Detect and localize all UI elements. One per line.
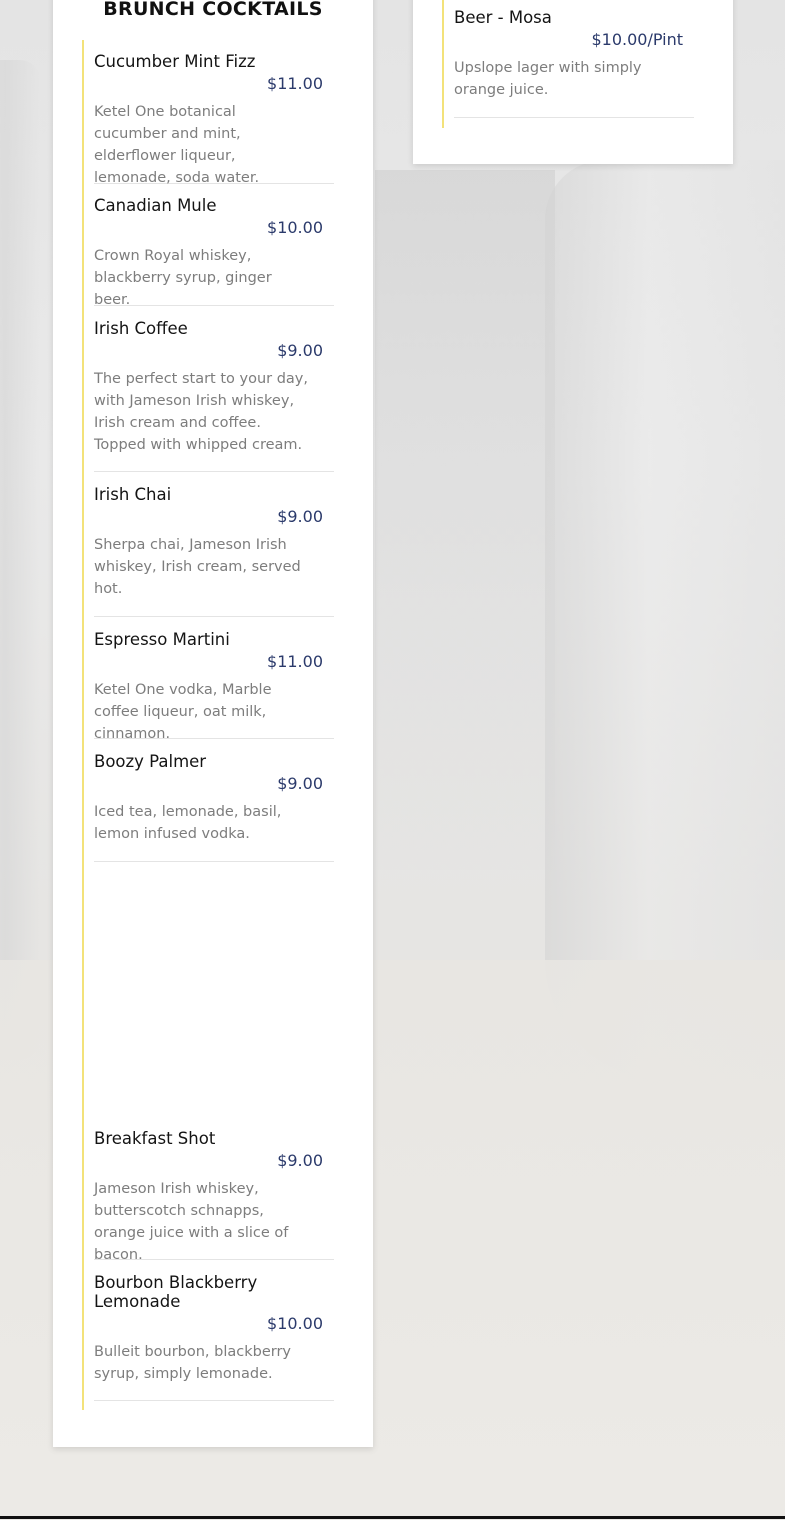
item-description: Jameson Irish whiskey, butterscotch schn… [94,1181,289,1263]
menu-item: Canadian Mule $10.00 Crown Royal whiskey… [94,196,334,308]
item-description: Sherpa chai, Jameson Irish whiskey, Iris… [94,537,301,597]
menu-item: Boozy Palmer $9.00 Iced tea, lemonade, b… [94,752,334,862]
section-title: BRUNCH COCKTAILS [103,0,323,20]
item-description: Iced tea, lemonade, basil, lemon infused… [94,804,282,842]
item-name: Boozy Palmer [94,752,207,771]
item-price: $11.00 [267,74,323,93]
item-description: Crown Royal whiskey, blackberry syrup, g… [94,248,272,308]
background-glass-left [0,60,40,1060]
menu-item: Espresso Martini $11.00 Ketel One vodka,… [94,630,334,742]
item-price: $10.00 [267,1314,323,1333]
item-description: Upslope lager with simply orange juice. [454,60,642,98]
menu-item: Irish Chai $9.00 Sherpa chai, Jameson Ir… [94,485,334,617]
item-price: $10.00/Pint [591,30,683,49]
menu-item: Bourbon Blackberry Lemonade $10.00 Bulle… [94,1273,334,1401]
item-name: Beer - Mosa [454,8,552,27]
accent-rule [82,40,84,1410]
item-price: $9.00 [277,507,323,526]
beer-cocktails-card: Beer - Mosa $10.00/Pint Upslope lager wi… [413,0,733,164]
item-name: Bourbon Blackberry Lemonade [94,1273,258,1311]
item-name: Canadian Mule [94,196,217,215]
menu-item: Breakfast Shot $9.00 Jameson Irish whisk… [94,1129,334,1263]
item-name: Breakfast Shot [94,1129,216,1148]
accent-rule [442,0,444,128]
background-shadow [375,170,555,870]
item-price: $9.00 [277,341,323,360]
item-price: $9.00 [277,774,323,793]
item-price: $11.00 [267,652,323,671]
background-glass-right [545,160,785,1080]
item-description: Bulleit bourbon, blackberry syrup, simpl… [94,1344,292,1382]
item-description: The perfect start to your day, with Jame… [94,371,308,453]
menu-item: Beer - Mosa $10.00/Pint Upslope lager wi… [454,8,694,118]
item-description: Ketel One vodka, Marble coffee liqueur, … [94,682,272,742]
item-name: Irish Coffee [94,319,188,338]
item-name: Cucumber Mint Fizz [94,52,256,71]
item-price: $9.00 [277,1151,323,1170]
item-name: Espresso Martini [94,630,230,649]
item-description: Ketel One botanical cucumber and mint, e… [94,104,260,186]
menu-item: Cucumber Mint Fizz $11.00 Ketel One bota… [94,52,334,186]
menu-item: Irish Coffee $9.00 The perfect start to … [94,319,334,472]
item-price: $10.00 [267,218,323,237]
brunch-cocktails-card: BRUNCH COCKTAILS Cucumber Mint Fizz $11.… [53,0,373,1447]
item-name: Irish Chai [94,485,172,504]
